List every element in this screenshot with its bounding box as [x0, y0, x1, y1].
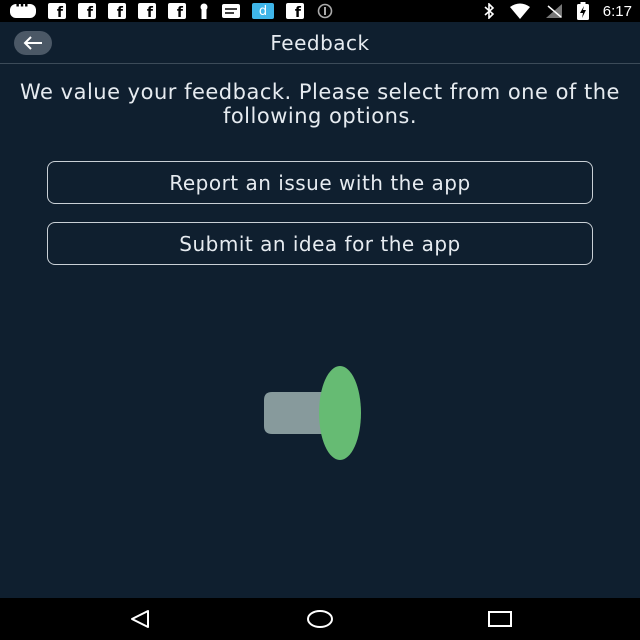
circle-home-icon	[305, 608, 335, 630]
nav-home-button[interactable]	[300, 606, 340, 632]
app-bar: Feedback	[0, 22, 640, 64]
intro-text: We value your feedback. Please select fr…	[20, 80, 620, 128]
report-issue-button[interactable]: Report an issue with the app	[47, 161, 593, 204]
circle-icon	[316, 3, 334, 19]
square-recents-icon	[487, 609, 513, 629]
status-bar: d 6:17	[0, 0, 640, 22]
navigation-bar	[0, 598, 640, 640]
facebook-icon	[78, 3, 96, 21]
nav-back-button[interactable]	[120, 606, 160, 632]
toggle-illustration	[262, 364, 364, 462]
facebook-icon	[286, 3, 304, 21]
battery-charging-icon	[576, 2, 589, 20]
facebook-icon	[48, 3, 66, 21]
page-title: Feedback	[270, 31, 370, 55]
d-app-icon: d	[252, 3, 274, 19]
bluetooth-icon	[483, 3, 495, 19]
status-time: 6:17	[602, 2, 632, 20]
keyhole-icon	[198, 3, 210, 19]
notification-icons: d	[10, 0, 334, 21]
message-icon	[10, 0, 36, 18]
facebook-icon	[108, 3, 126, 21]
no-signal-icon	[545, 3, 563, 19]
submit-idea-button[interactable]: Submit an idea for the app	[47, 222, 593, 265]
facebook-icon	[168, 3, 186, 21]
message-icon	[222, 3, 240, 19]
nav-recents-button[interactable]	[480, 606, 520, 632]
system-icons: 6:17	[483, 2, 632, 20]
wifi-icon	[509, 3, 531, 19]
triangle-back-icon	[128, 609, 152, 629]
facebook-icon	[138, 3, 156, 21]
